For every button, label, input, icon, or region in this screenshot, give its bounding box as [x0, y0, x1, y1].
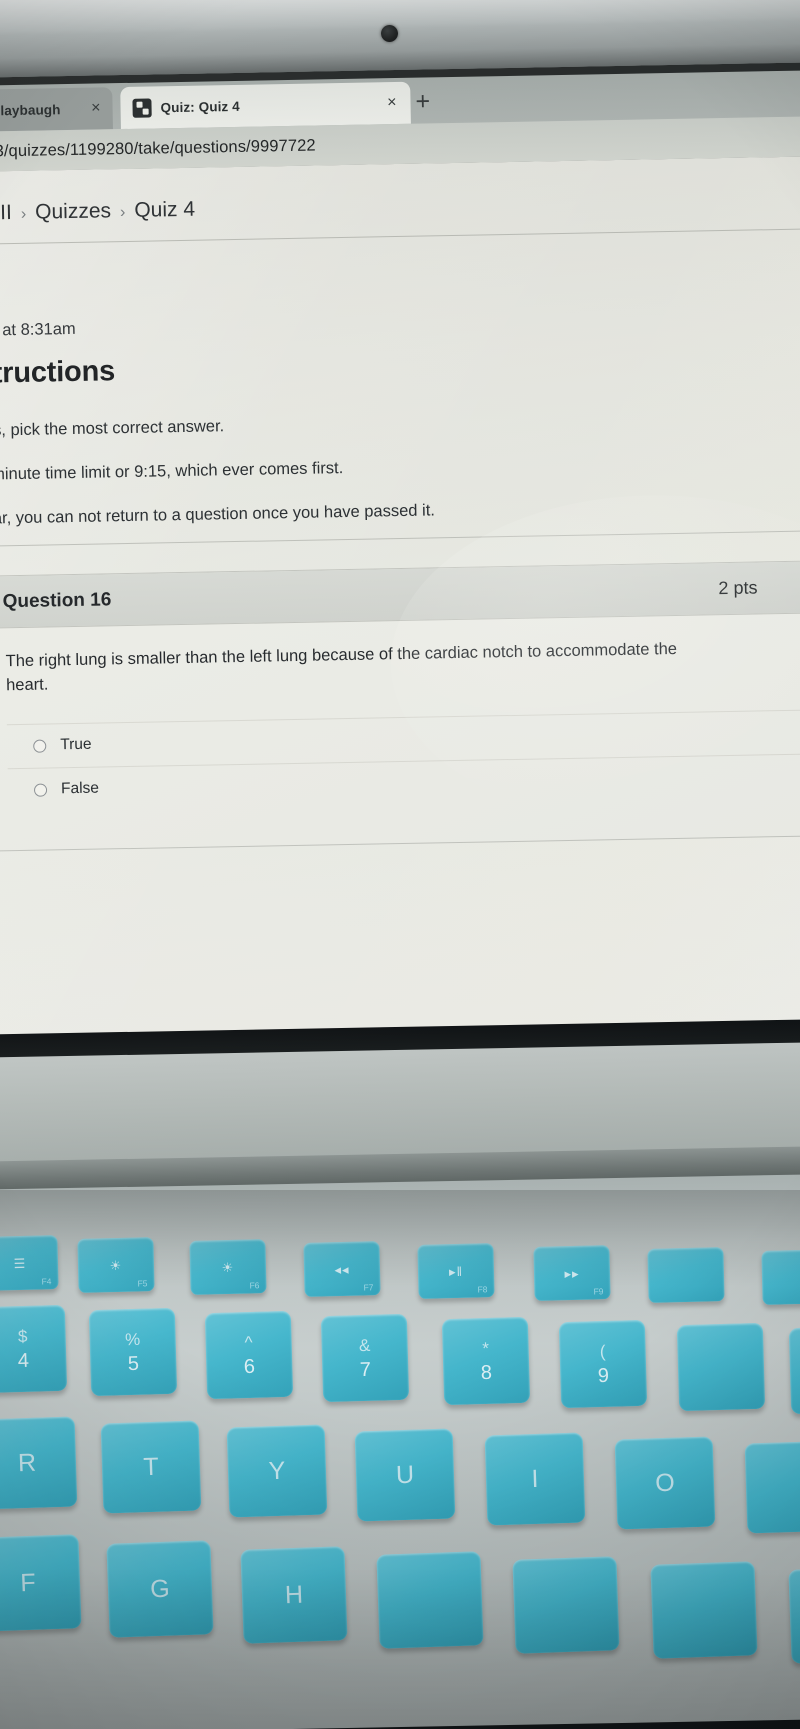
key-main-symbol: 4: [17, 1349, 30, 1372]
breadcrumb-item-quizzes[interactable]: Quizzes: [35, 199, 111, 224]
breadcrumb-separator-icon: ›: [20, 205, 27, 223]
webcam-icon: [381, 25, 398, 42]
key-symbol: ☀: [109, 1257, 123, 1273]
key-fn-label: F9: [593, 1286, 604, 1297]
key-f[interactable]: F: [0, 1534, 82, 1632]
key-letter: R: [17, 1448, 37, 1477]
key-4[interactable]: $ 4: [0, 1304, 68, 1394]
laptop-screen: lley Slaybaugh × Quiz: Quiz 4 × + 63/qui…: [0, 61, 800, 1063]
key-f11[interactable]: [761, 1249, 800, 1305]
key-fn-label: F7: [363, 1282, 374, 1293]
radio-button-icon[interactable]: [33, 739, 47, 753]
radio-button-icon[interactable]: [33, 783, 48, 797]
key-f9[interactable]: ▸▸ F9: [533, 1245, 611, 1301]
key-letter: I: [531, 1464, 539, 1493]
breadcrumb: ysiology II › Quizzes › Quiz 4: [0, 198, 195, 227]
key-f10[interactable]: [647, 1247, 725, 1303]
breadcrumb-separator-icon: ›: [119, 203, 126, 222]
key-j[interactable]: [376, 1551, 484, 1649]
key-y[interactable]: Y: [226, 1424, 328, 1518]
photo-of-laptop-screen: lley Slaybaugh × Quiz: Quiz 4 × + 63/qui…: [0, 0, 800, 1729]
key-fn-label: F4: [41, 1276, 52, 1287]
key-shift-symbol: &: [358, 1335, 371, 1355]
key-main-symbol: 8: [480, 1361, 493, 1384]
key-symbol: ◂◂: [334, 1261, 350, 1277]
question-label: Question 16: [2, 588, 112, 612]
key-fn-label: F6: [249, 1280, 260, 1291]
key-f7[interactable]: ◂◂ F7: [303, 1241, 381, 1297]
question-card: Question 16 2 pts The right lung is smal…: [0, 559, 800, 852]
key-semicolon[interactable]: [788, 1566, 800, 1664]
key-r[interactable]: R: [0, 1416, 78, 1510]
breadcrumb-item-quiz[interactable]: Quiz 4: [134, 198, 195, 223]
key-l[interactable]: [650, 1561, 758, 1659]
key-letter: H: [284, 1580, 304, 1609]
key-letter: F: [19, 1568, 37, 1597]
key-9[interactable]: ( 9: [558, 1319, 648, 1409]
key-main-symbol: 9: [597, 1364, 610, 1387]
key-symbol: ▸‖: [448, 1263, 464, 1279]
question-body: The right lung is smaller than the left …: [0, 613, 800, 851]
url-text: 63/quizzes/1199280/take/questions/999772…: [0, 135, 316, 161]
key-letter: O: [654, 1468, 676, 1497]
keyboard: ☰ F4 ☀ F5 ☀ F6 ◂◂ F7 ▸‖ F8 ▸▸ F9 $ 4 % 5…: [0, 1190, 800, 1729]
answer-list: True False: [6, 708, 800, 813]
key-main-symbol: 5: [127, 1352, 140, 1375]
quiz-instructions-heading: iz Instructions: [0, 355, 116, 391]
key-p[interactable]: [744, 1440, 800, 1534]
answer-label: False: [60, 779, 100, 798]
key-letter: G: [149, 1574, 171, 1603]
key-f4[interactable]: ☰ F4: [0, 1235, 59, 1291]
question-text: The right lung is smaller than the left …: [5, 639, 678, 695]
key-shift-symbol: *: [482, 1338, 490, 1358]
key-8[interactable]: * 8: [441, 1316, 531, 1406]
key-6[interactable]: ^ 6: [204, 1310, 294, 1400]
key-main-symbol: 6: [243, 1355, 256, 1378]
tab-title: Quiz: Quiz 4: [160, 98, 240, 115]
key-f6[interactable]: ☀ F6: [189, 1239, 267, 1295]
key-i[interactable]: I: [484, 1432, 586, 1526]
new-tab-button[interactable]: +: [415, 87, 430, 115]
key-shift-symbol: $: [17, 1326, 28, 1346]
key-u[interactable]: U: [354, 1428, 456, 1522]
canvas-quiz-page: ysiology II › Quizzes › Quiz 4 iz 4 ed: …: [0, 155, 800, 1063]
browser-tab-inactive[interactable]: lley Slaybaugh ×: [0, 87, 113, 133]
key-minus[interactable]: [788, 1325, 800, 1415]
quiz-started-timestamp: ed: Jan 13 at 8:31am: [0, 319, 76, 341]
close-icon[interactable]: ×: [91, 99, 101, 117]
key-shift-symbol: ^: [244, 1332, 253, 1352]
key-shift-symbol: (: [599, 1341, 606, 1361]
key-k[interactable]: [512, 1556, 620, 1654]
key-symbol: ☰: [13, 1255, 27, 1271]
key-g[interactable]: G: [106, 1540, 214, 1638]
key-t[interactable]: T: [100, 1420, 202, 1514]
breadcrumb-item-course[interactable]: ysiology II: [0, 201, 12, 227]
key-f8[interactable]: ▸‖ F8: [417, 1243, 495, 1299]
question-points: 2 pts: [718, 577, 758, 599]
key-letter: T: [142, 1452, 160, 1481]
key-letter: U: [395, 1460, 415, 1489]
key-letter: Y: [268, 1456, 286, 1485]
key-fn-label: F8: [477, 1284, 488, 1295]
key-fn-label: F5: [137, 1278, 148, 1289]
answer-label: True: [60, 736, 92, 754]
key-0[interactable]: [676, 1322, 766, 1412]
key-symbol: ☀: [221, 1259, 235, 1275]
key-main-symbol: 7: [359, 1358, 372, 1381]
key-f5[interactable]: ☀ F5: [77, 1237, 155, 1293]
key-o[interactable]: O: [614, 1436, 716, 1530]
key-7[interactable]: & 7: [320, 1313, 410, 1403]
key-h[interactable]: H: [240, 1546, 348, 1644]
key-symbol: ▸▸: [564, 1265, 580, 1281]
browser-tab-active[interactable]: Quiz: Quiz 4 ×: [120, 81, 411, 130]
key-shift-symbol: %: [124, 1329, 141, 1349]
tab-title: lley Slaybaugh: [0, 101, 61, 119]
close-icon[interactable]: ×: [387, 94, 397, 112]
browser-chrome: lley Slaybaugh × Quiz: Quiz 4 × + 63/qui…: [0, 61, 800, 172]
canvas-favicon-icon: [132, 97, 152, 118]
key-5[interactable]: % 5: [88, 1307, 178, 1397]
